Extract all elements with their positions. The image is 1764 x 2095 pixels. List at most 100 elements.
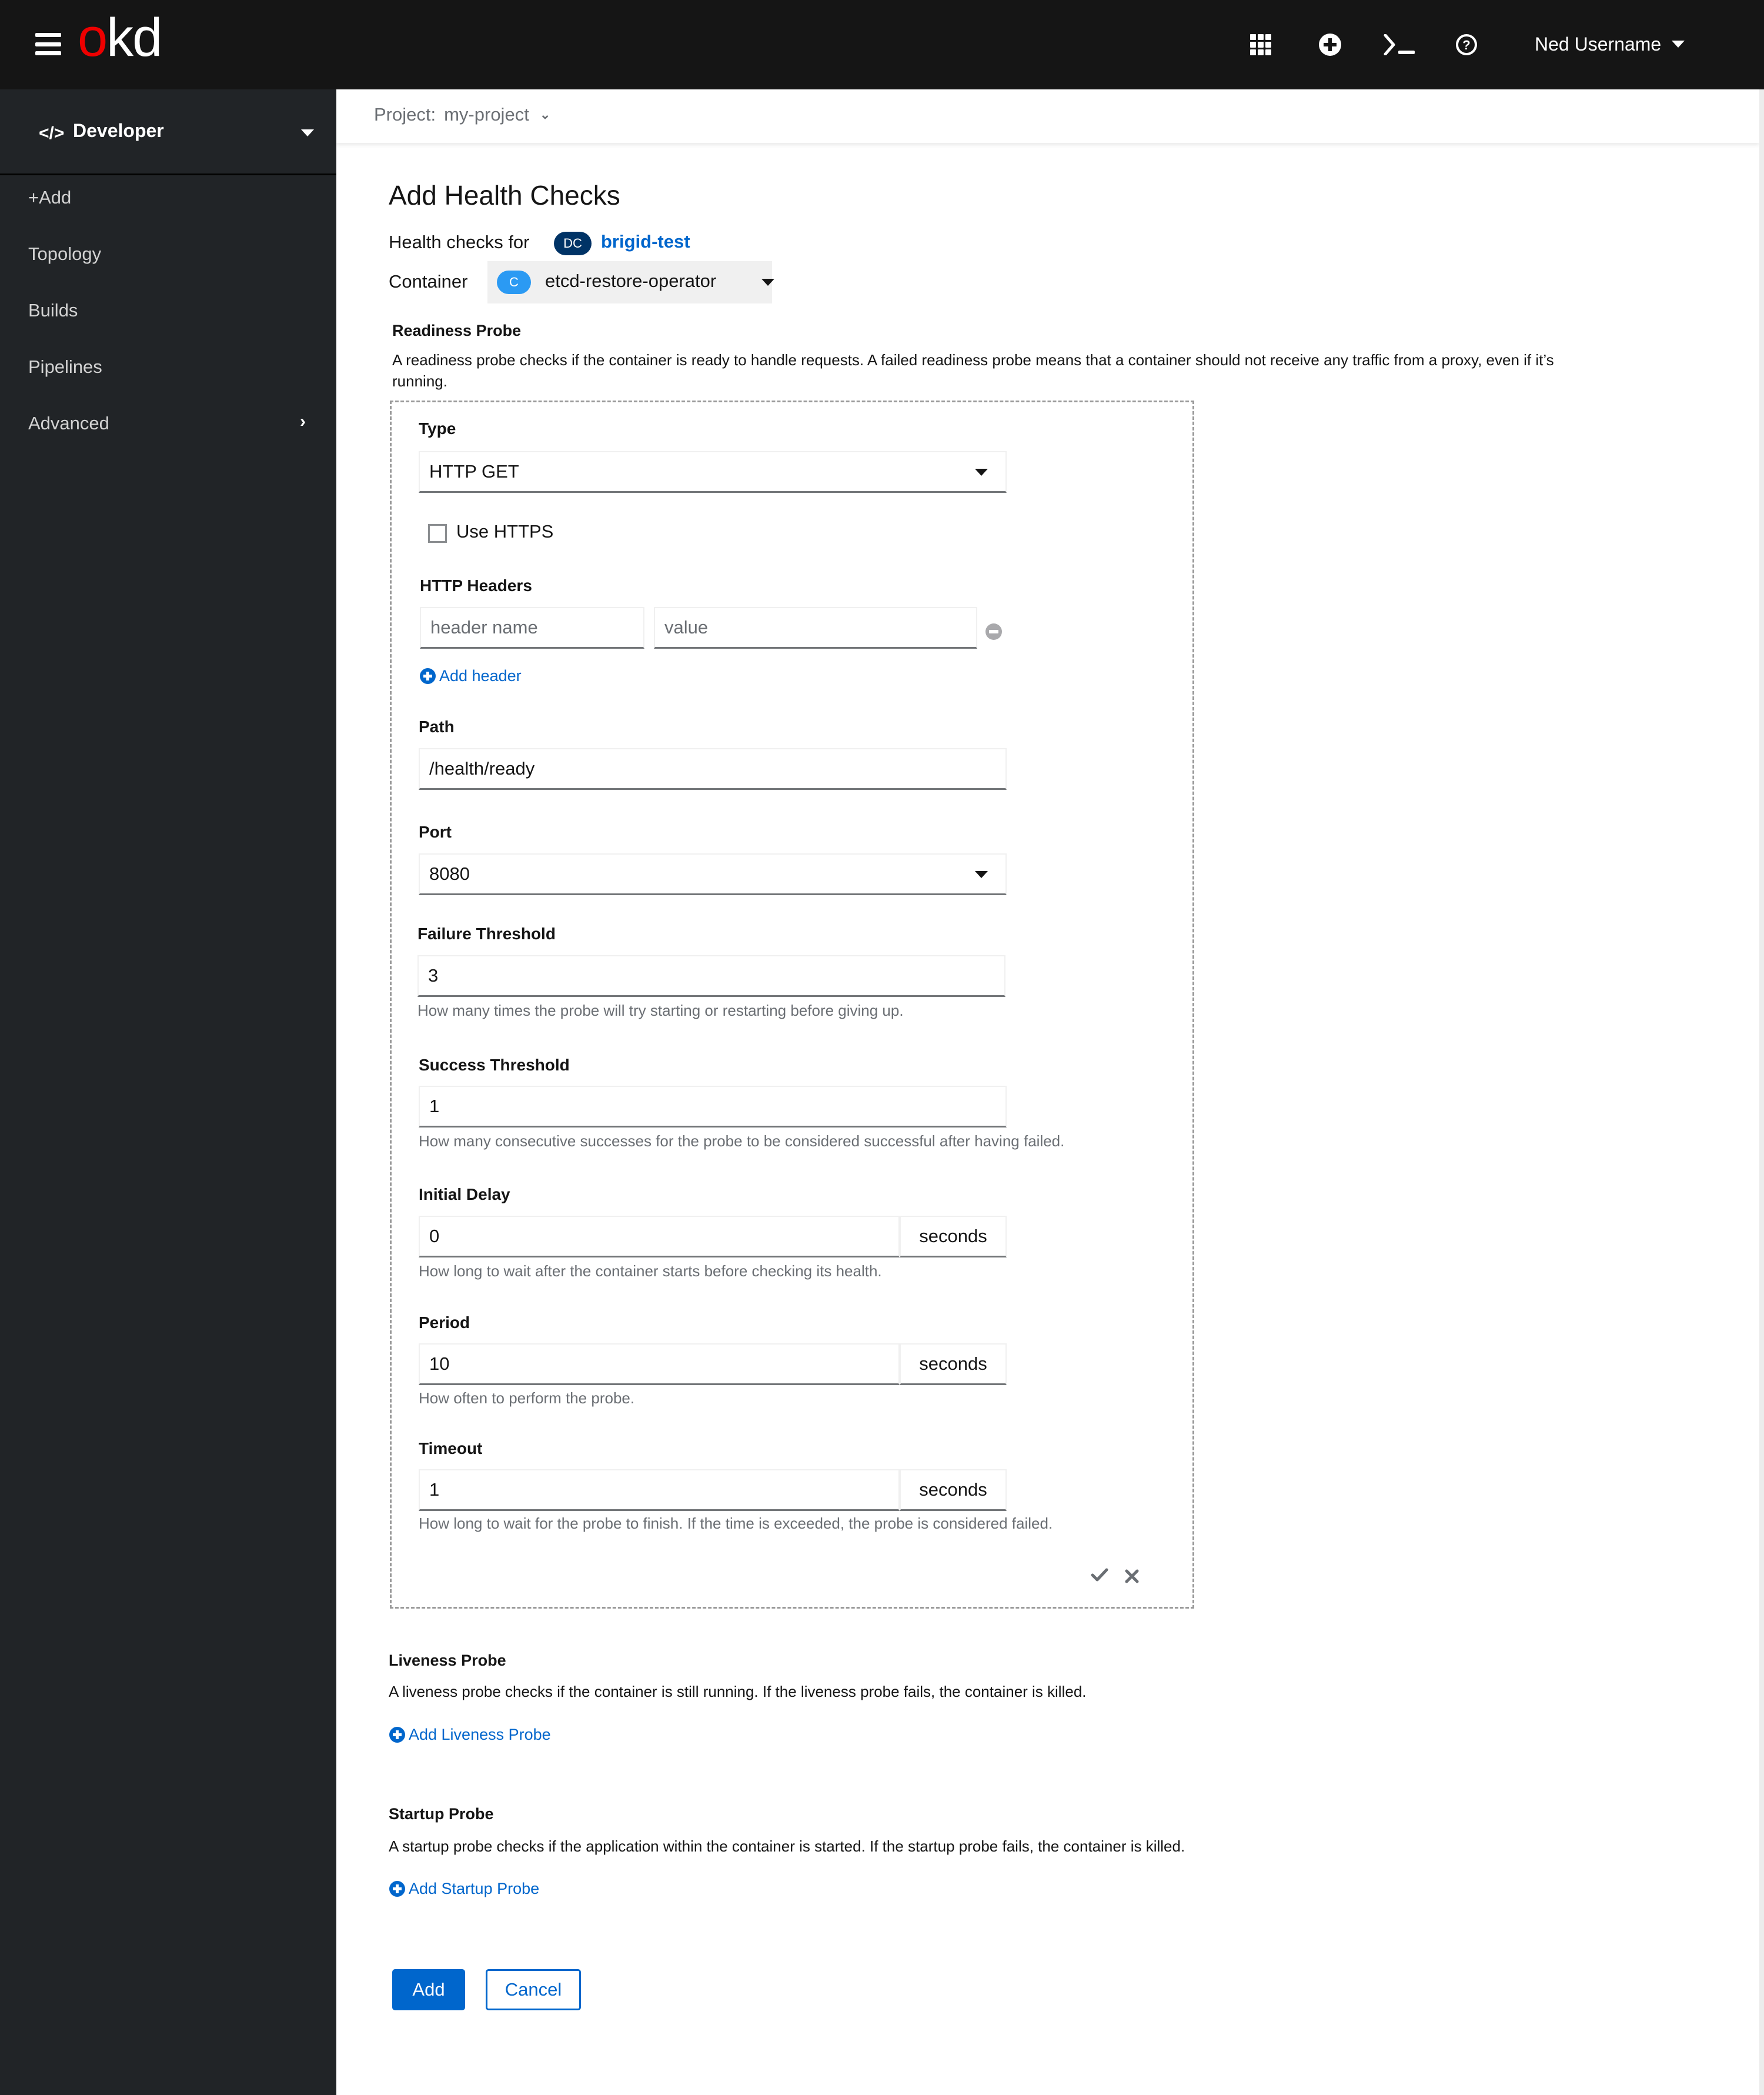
plus-circle-icon: [420, 668, 436, 684]
port-label: Port: [419, 823, 452, 841]
path-label: Path: [419, 718, 455, 736]
timeout-unit: seconds: [900, 1469, 1007, 1511]
liveness-probe-description: A liveness probe checks if the container…: [389, 1683, 1087, 1700]
timeout-input[interactable]: 1: [419, 1469, 900, 1511]
liveness-probe-title: Liveness Probe: [389, 1652, 506, 1669]
readiness-probe-title: Readiness Probe: [392, 322, 522, 339]
app-launcher-icon[interactable]: [1247, 31, 1275, 59]
success-threshold-label: Success Threshold: [419, 1056, 570, 1074]
remove-header-icon[interactable]: [985, 623, 1002, 640]
use-https-label[interactable]: Use HTTPS: [456, 521, 553, 542]
project-label: Project:: [374, 104, 436, 125]
chevron-right-icon[interactable]: ›: [300, 412, 306, 432]
failure-threshold-label: Failure Threshold: [417, 925, 556, 943]
masthead: [0, 0, 1764, 89]
timeout-value: 1: [429, 1479, 440, 1500]
period-label: Period: [419, 1313, 470, 1332]
initial-delay-value: 0: [429, 1226, 440, 1246]
code-icon: </>: [39, 124, 65, 143]
period-help: How often to perform the probe.: [419, 1389, 635, 1407]
logo-kd: kd: [106, 8, 162, 68]
type-select[interactable]: HTTP GET: [419, 451, 1007, 493]
sidebar-item-builds[interactable]: Builds: [28, 300, 78, 321]
hamburger-menu-icon[interactable]: [35, 33, 61, 55]
success-threshold-help: How many consecutive successes for the p…: [419, 1132, 1065, 1150]
container-label: Container: [389, 271, 468, 292]
container-dropdown[interactable]: C etcd-restore-operator: [487, 261, 774, 303]
path-input[interactable]: /health/ready: [419, 748, 1007, 790]
health-checks-for-label: Health checks for: [389, 232, 530, 252]
add-startup-probe-label: Add Startup Probe: [409, 1880, 540, 1897]
terminal-icon[interactable]: [1382, 31, 1417, 59]
timeout-help: How long to wait for the probe to finish…: [419, 1514, 1053, 1532]
type-label: Type: [419, 419, 456, 438]
caret-down-icon: [301, 129, 314, 136]
timeout-label: Timeout: [419, 1439, 483, 1457]
header-value-placeholder: value: [664, 617, 709, 638]
add-header-label: Add header: [439, 667, 522, 685]
sidebar-item-advanced[interactable]: Advanced: [28, 413, 109, 434]
resource-link[interactable]: brigid-test: [601, 231, 690, 252]
initial-delay-help: How long to wait after the container sta…: [419, 1262, 882, 1280]
perspective-switcher[interactable]: </> Developer: [0, 89, 336, 175]
scrollbar[interactable]: [1759, 89, 1764, 2095]
caret-down-icon: [761, 279, 774, 286]
failure-threshold-help: How many times the probe will try starti…: [417, 1002, 904, 1019]
plus-circle-icon: [389, 1881, 405, 1897]
readiness-probe-description: A readiness probe checks if the containe…: [392, 351, 1554, 369]
caret-down-icon: [975, 871, 988, 878]
plus-circle-icon: [389, 1727, 405, 1743]
failure-threshold-value: 3: [428, 965, 439, 986]
project-value: my-project: [444, 104, 529, 125]
cancel-button[interactable]: Cancel: [486, 1969, 581, 2010]
dc-badge: DC: [554, 232, 592, 255]
period-value: 10: [429, 1353, 450, 1374]
success-threshold-value: 1: [429, 1096, 440, 1116]
add-button[interactable]: Add: [392, 1969, 465, 2010]
sidebar-item-pipelines[interactable]: Pipelines: [28, 356, 102, 378]
sidebar-item-add[interactable]: +Add: [28, 187, 71, 208]
okd-logo[interactable]: o kd: [78, 8, 162, 68]
chevron-down-icon: ⌄: [539, 107, 551, 122]
page-title: Add Health Checks: [389, 180, 620, 211]
container-badge: C: [497, 271, 531, 294]
container-value: etcd-restore-operator: [545, 271, 717, 291]
sidebar-item-topology[interactable]: Topology: [28, 243, 101, 265]
import-plus-icon[interactable]: [1316, 31, 1344, 59]
svg-text:?: ?: [1462, 38, 1470, 52]
add-header-link[interactable]: Add header: [420, 667, 522, 685]
caret-down-icon: [1672, 41, 1685, 48]
startup-probe-title: Startup Probe: [389, 1805, 494, 1823]
http-headers-label: HTTP Headers: [420, 576, 532, 595]
period-unit: seconds: [900, 1343, 1007, 1385]
period-input[interactable]: 10: [419, 1343, 900, 1385]
user-name: Ned Username: [1535, 33, 1662, 55]
port-value: 8080: [429, 863, 470, 884]
path-value: /health/ready: [429, 758, 535, 779]
initial-delay-label: Initial Delay: [419, 1185, 510, 1203]
port-select[interactable]: 8080: [419, 853, 1007, 895]
project-selector[interactable]: Project: my-project ⌄: [374, 104, 550, 125]
use-https-checkbox[interactable]: [428, 524, 447, 543]
type-value: HTTP GET: [429, 461, 519, 482]
readiness-probe-description-cont: running.: [392, 372, 447, 390]
initial-delay-unit: seconds: [900, 1216, 1007, 1257]
add-startup-probe-link[interactable]: Add Startup Probe: [389, 1880, 539, 1898]
startup-probe-description: A startup probe checks if the applicatio…: [389, 1837, 1185, 1855]
perspective-label: Developer: [73, 120, 164, 141]
failure-threshold-input[interactable]: 3: [417, 955, 1005, 997]
header-name-placeholder: header name: [430, 617, 538, 638]
user-menu[interactable]: Ned Username: [1535, 29, 1685, 59]
close-icon[interactable]: [1124, 1567, 1140, 1589]
success-threshold-input[interactable]: 1: [419, 1086, 1007, 1127]
caret-down-icon: [975, 469, 988, 476]
add-liveness-probe-link[interactable]: Add Liveness Probe: [389, 1726, 551, 1744]
sidebar: [0, 89, 336, 2095]
check-icon[interactable]: [1091, 1566, 1108, 1588]
logo-o: o: [78, 8, 108, 68]
header-name-input[interactable]: header name: [420, 607, 644, 649]
help-icon[interactable]: ?: [1452, 31, 1481, 59]
add-liveness-probe-label: Add Liveness Probe: [409, 1726, 551, 1743]
initial-delay-input[interactable]: 0: [419, 1216, 900, 1257]
header-value-input[interactable]: value: [654, 607, 977, 649]
